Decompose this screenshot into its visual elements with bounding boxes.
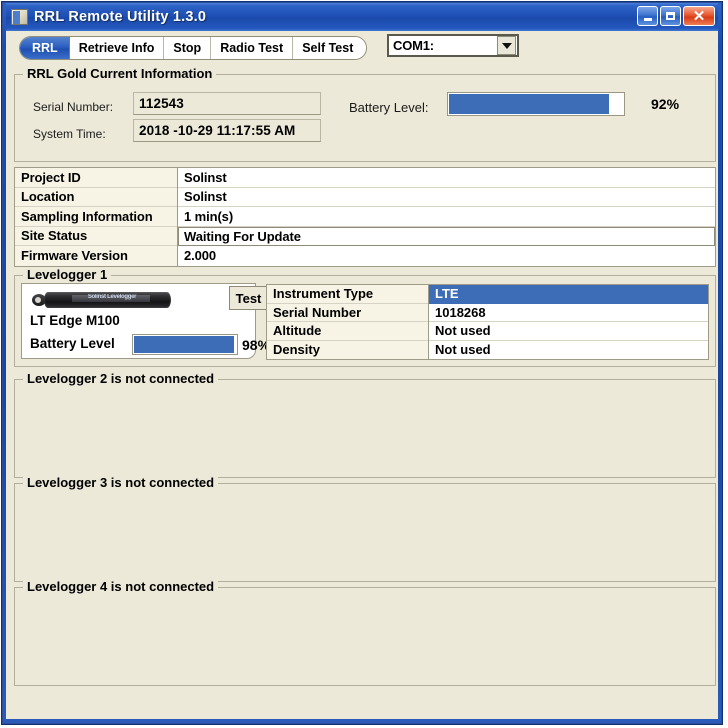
table-row-value-location[interactable]: Solinst [178,188,715,208]
table-row-value-firmware-version[interactable]: 2.000 [178,246,715,266]
title-bar[interactable]: RRL Remote Utility 1.3.0 ✕ [6,3,718,31]
table-row-label: Instrument Type [267,285,428,304]
table-row-value-density[interactable]: Not used [429,341,708,360]
table-row-value-sampling-information[interactable]: 1 min(s) [178,207,715,227]
maximize-icon [666,12,675,20]
window-title: RRL Remote Utility 1.3.0 [34,9,206,25]
toolbar-button-radio-test[interactable]: Radio Test [211,37,293,59]
client-area: RRL Retrieve Info Stop Radio Test Self T… [6,31,718,719]
system-time-label: System Time: [33,127,106,141]
site-table-name-column: Project ID Location Sampling Information… [15,168,178,266]
levelogger-1-properties-table: Instrument Type Serial Number Altitude D… [266,284,709,360]
table-row-label: Project ID [15,168,177,188]
rrl-battery-bar [447,92,625,116]
toolbar-button-rrl[interactable]: RRL [20,37,70,59]
minimize-icon [644,18,652,21]
levelogger-1-property-values: LTE 1018268 Not used Not used [429,285,708,359]
levelogger-1-battery-label: Battery Level [30,336,115,351]
com-port-select[interactable]: COM1: [387,34,519,57]
toolbar-button-self-test[interactable]: Self Test [293,37,366,59]
rrl-gold-current-information-group: RRL Gold Current Information Serial Numb… [14,74,716,162]
table-row-value-project-id[interactable]: Solinst [178,168,715,188]
table-row-label: Serial Number [267,304,428,323]
table-row-label: Sampling Information [15,207,177,227]
rrl-battery-percent: 92% [651,96,679,112]
levelogger-3-group-title: Levelogger 3 is not connected [23,475,218,490]
rrl-battery-fill [449,94,609,114]
caption-buttons: ✕ [637,6,715,26]
table-row-label: Firmware Version [15,246,177,266]
table-row-label: Altitude [267,322,428,341]
levelogger-1-group-title: Levelogger 1 [23,267,111,282]
application-window: RRL Remote Utility 1.3.0 ✕ RRL Retrieve [0,0,728,728]
toolbar-button-group: RRL Retrieve Info Stop Radio Test Self T… [19,36,367,60]
table-row-value-serial-number[interactable]: 1018268 [429,304,708,323]
table-row-value-instrument-type[interactable]: LTE [429,285,708,304]
site-table-value-column: Solinst Solinst 1 min(s) Waiting For Upd… [178,168,715,266]
serial-number-value: 112543 [133,92,321,115]
levelogger-1-property-names: Instrument Type Serial Number Altitude D… [267,285,429,359]
serial-number-label: Serial Number: [33,100,113,114]
table-row-label: Site Status [15,227,177,247]
levelogger-2-group-title: Levelogger 2 is not connected [23,371,218,386]
toolbar: RRL Retrieve Info Stop Radio Test Self T… [6,31,718,65]
app-document-icon [11,9,28,25]
maximize-button[interactable] [660,6,681,26]
levelogger-4-group: Levelogger 4 is not connected [14,587,716,686]
toolbar-button-stop[interactable]: Stop [164,37,211,59]
chevron-down-icon[interactable] [497,36,516,55]
levelogger-3-group: Levelogger 3 is not connected [14,483,716,582]
table-row-label: Density [267,341,428,360]
table-row-label: Location [15,188,177,208]
battery-level-label: Battery Level: [349,100,429,115]
toolbar-button-retrieve-info[interactable]: Retrieve Info [70,37,165,59]
rrl-info-group-title: RRL Gold Current Information [23,66,216,81]
window-frame: RRL Remote Utility 1.3.0 ✕ RRL Retrieve [2,2,722,724]
levelogger-2-group: Levelogger 2 is not connected [14,379,716,478]
minimize-button[interactable] [637,6,658,26]
close-button[interactable]: ✕ [683,6,715,26]
levelogger-4-group-title: Levelogger 4 is not connected [23,579,218,594]
com-port-value: COM1: [389,38,497,53]
levelogger-brand-text: Solinst Levelogger [74,294,150,300]
close-icon: ✕ [693,10,706,23]
system-time-value: 2018 -10-29 11:17:55 AM [133,119,321,142]
levelogger-1-test-button[interactable]: Test [229,286,268,310]
levelogger-1-summary-panel: Solinst Levelogger LT Edge M100 Battery … [21,283,256,359]
table-row-value-altitude[interactable]: Not used [429,322,708,341]
levelogger-1-model: LT Edge M100 [30,313,120,328]
site-information-table: Project ID Location Sampling Information… [14,167,716,267]
levelogger-1-battery-fill [134,336,234,353]
levelogger-1-group: Levelogger 1 Solinst Levelogger LT Edge … [14,275,716,367]
levelogger-device-icon: Solinst Levelogger [32,290,171,310]
table-row-value-site-status[interactable]: Waiting For Update [178,227,715,247]
levelogger-1-battery-bar [132,334,238,355]
